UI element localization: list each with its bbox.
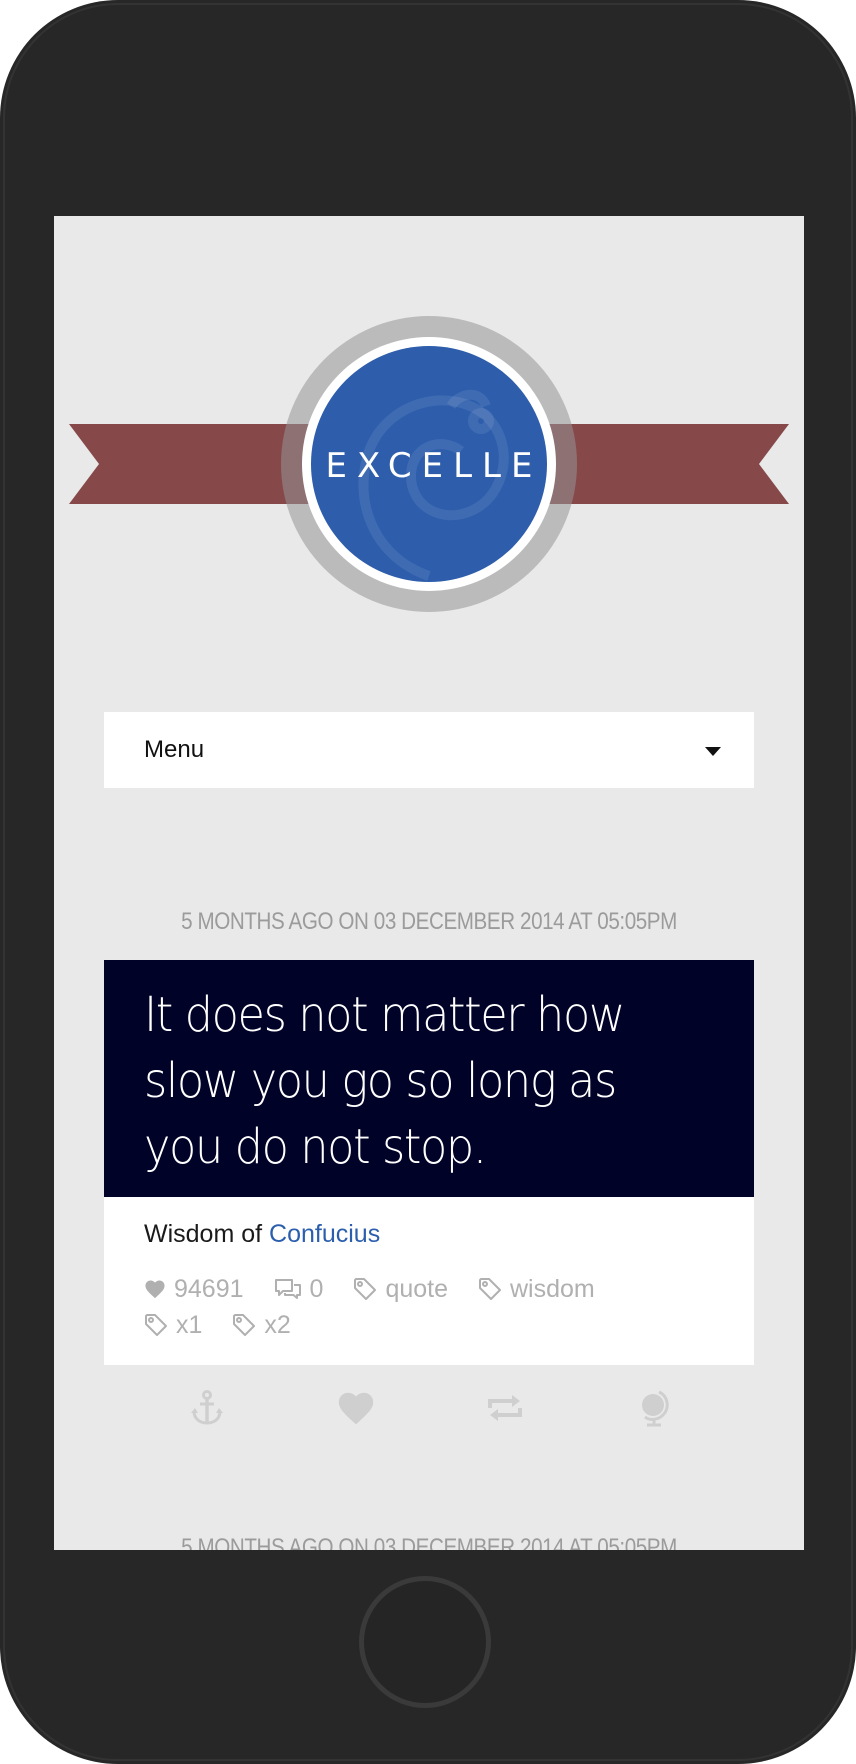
tag-link[interactable]: quote [353,1275,448,1304]
tag-icon [145,1314,167,1336]
quote-attribution: Wisdom of Confucius [144,1217,380,1251]
source-button[interactable] [633,1386,677,1430]
screen: EXCELLE Menu 5 MONTHS AGO ON 03 DECEMBER… [54,216,804,1550]
site-logo[interactable]: EXCELLE [311,346,547,582]
tag-icon [479,1278,501,1300]
quote-text: It does not matter how slow you go so lo… [144,987,625,1175]
author-link[interactable]: Confucius [269,1220,380,1248]
heart-icon [338,1392,374,1425]
menu-label: Menu [144,736,205,763]
comments-icon [274,1279,301,1299]
logo-text: EXCELLE [325,446,543,486]
globe-icon [642,1390,669,1427]
notes-count[interactable]: 94691 [144,1275,244,1304]
reblog-icon [488,1395,522,1421]
quote-footer: Wisdom of Confucius 94691 0 quote wisdom… [104,1197,754,1365]
quote-block: It does not matter how slow you go so lo… [104,960,754,1197]
tag-label: x2 [264,1310,291,1339]
post-meta-row: 94691 0 quote wisdom [144,1273,625,1305]
post-date[interactable]: 5 MONTHS AGO ON 03 DECEMBER 2014 AT 05:0… [107,1534,752,1550]
heart-icon [145,1280,165,1299]
tag-label: wisdom [510,1274,595,1303]
like-button[interactable] [334,1386,378,1430]
comments-count: 0 [309,1274,324,1303]
comments-link[interactable]: 0 [274,1274,324,1304]
anchor-icon [191,1390,223,1425]
tag-icon [354,1278,377,1300]
menu-dropdown[interactable]: Menu [104,712,754,788]
tag-icon [233,1314,256,1336]
post-date[interactable]: 5 MONTHS AGO ON 03 DECEMBER 2014 AT 05:0… [107,908,752,936]
home-button[interactable] [359,1576,491,1708]
tag-label: x1 [176,1310,203,1339]
tag-link[interactable]: x2 [232,1310,291,1340]
post-tags-row: x1 x2 [144,1309,321,1341]
attribution-prefix: Wisdom of [144,1220,270,1248]
likes-count: 94691 [174,1274,244,1303]
tag-label: quote [385,1274,448,1303]
phone-frame: EXCELLE Menu 5 MONTHS AGO ON 03 DECEMBER… [0,0,856,1764]
tag-link[interactable]: x1 [144,1311,202,1340]
tag-link[interactable]: wisdom [478,1275,595,1304]
permalink-button[interactable] [185,1386,229,1430]
reblog-button[interactable] [483,1386,527,1430]
caret-down-icon [705,747,721,756]
